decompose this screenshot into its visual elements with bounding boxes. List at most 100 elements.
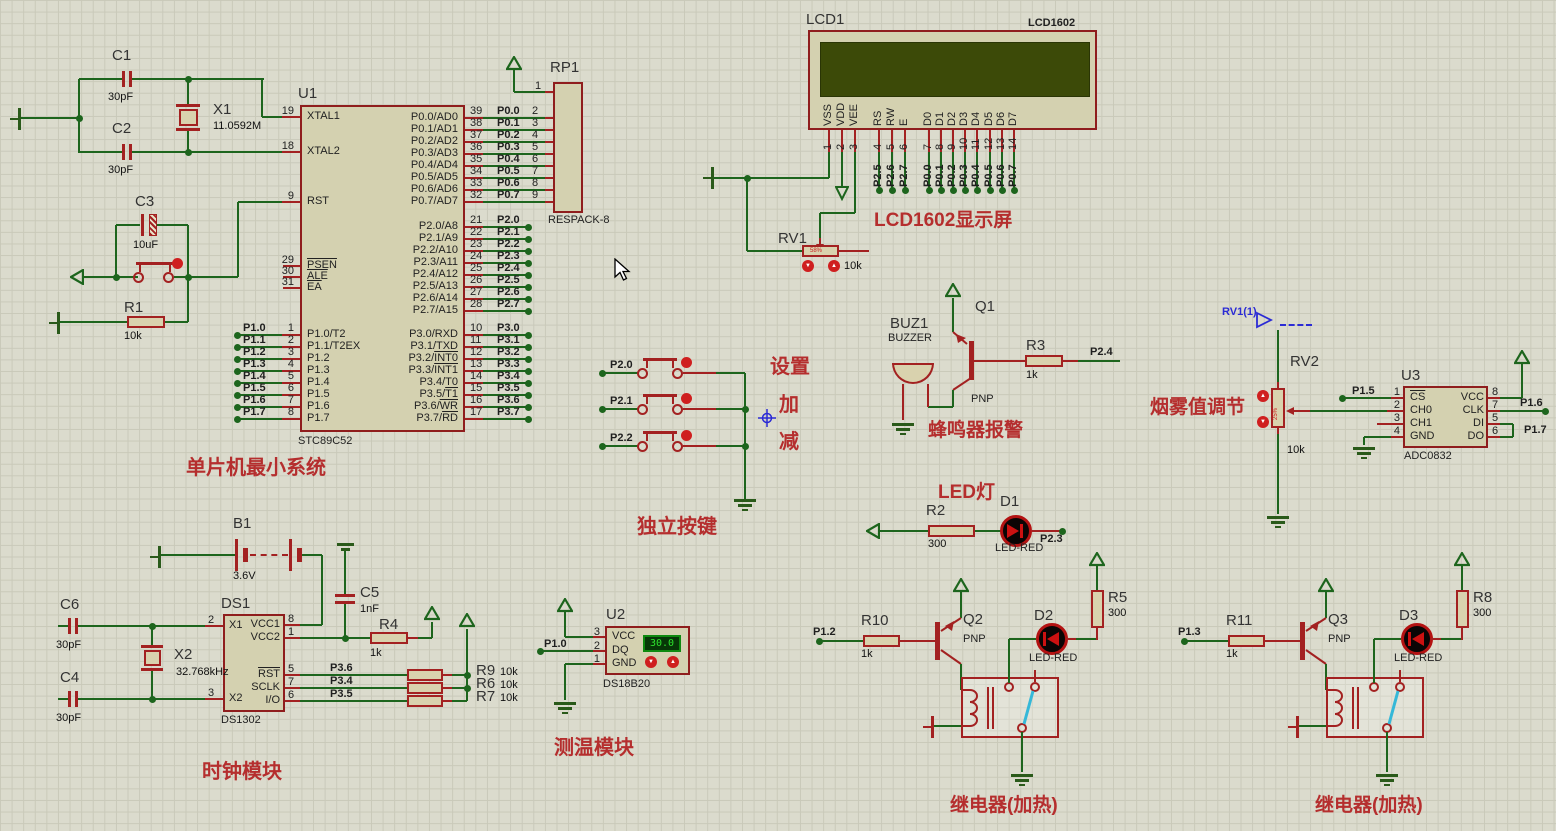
resistor-pullup[interactable] <box>407 669 443 681</box>
respack-ref: RP1 <box>550 59 580 76</box>
capacitor-value: 1nF <box>360 603 379 615</box>
pin-name: CH1 <box>1410 417 1433 429</box>
resistor-r3[interactable] <box>1025 355 1063 367</box>
wire <box>1374 638 1401 640</box>
wire <box>1066 638 1076 640</box>
pin-number: 23 <box>470 238 483 250</box>
key-actuator[interactable] <box>681 430 692 441</box>
pot-increase-button[interactable]: ▲ <box>1257 390 1269 402</box>
net-label: P0.4 <box>970 164 982 187</box>
relay-base-resistor[interactable] <box>863 635 900 647</box>
pin-name: P2.4/A12 <box>412 268 458 280</box>
pin-name: P0.6/AD6 <box>410 183 458 195</box>
resistor-r4[interactable] <box>370 632 408 644</box>
battery-value: 3.6V <box>233 570 256 582</box>
power-arrow-icon <box>1318 578 1334 593</box>
pin-name: P1.0/T2 <box>307 328 346 340</box>
wire <box>1512 424 1514 437</box>
key-actuator[interactable] <box>681 393 692 404</box>
net-label: P0.0 <box>922 164 934 187</box>
battery-plate <box>235 539 238 571</box>
respack-pin-number: 7 <box>532 165 539 177</box>
net-label: P2.0 <box>610 359 633 371</box>
chip-ref: U2 <box>606 606 626 623</box>
respack-pin-number: 6 <box>532 153 539 165</box>
wire <box>746 178 748 251</box>
wire <box>716 445 745 447</box>
net-label: P3.5 <box>330 688 353 700</box>
rp1-respack-body[interactable] <box>553 82 583 213</box>
lcd-pin-name: VSS <box>822 103 834 126</box>
capacitor-plate <box>335 594 355 597</box>
lcd-pin-number: 2 <box>835 143 847 150</box>
key-terminal <box>637 441 648 452</box>
power-arrow-icon <box>424 606 440 621</box>
crystal-body[interactable] <box>144 650 161 666</box>
pin-number: 8 <box>287 406 294 418</box>
power-arrow-icon <box>557 598 573 613</box>
net-label: P1.0 <box>544 638 567 650</box>
wire <box>165 321 188 323</box>
section-title-buzzer: 蜂鸣器报警 <box>928 420 1024 441</box>
wire <box>513 70 515 92</box>
junction-dot <box>464 672 471 679</box>
relay-vcc-resistor[interactable] <box>1456 590 1469 628</box>
key-actuator[interactable] <box>681 357 692 368</box>
terminal-icon <box>923 726 931 728</box>
pin-name: P3.7/RD <box>383 412 458 425</box>
wire <box>300 624 322 626</box>
lcd-pin-name: D2 <box>946 111 958 126</box>
schematic-canvas[interactable]: C1 30pF C2 30pF X1 11.0592M C3 10uF R1 10k U1 STC89… <box>0 0 1556 831</box>
pin-name-text: P3.7/ <box>416 412 443 424</box>
led-part: LED-RED <box>1029 652 1078 664</box>
net-label: P2.4 <box>1090 346 1113 358</box>
pnp-emitter-arrow-icon <box>945 621 954 631</box>
temp-decrease-button[interactable]: ▼ <box>645 656 657 668</box>
wire <box>1363 437 1365 445</box>
resistor-r1[interactable] <box>127 316 165 328</box>
resistor-r2[interactable] <box>928 525 975 537</box>
net-label: P0.2 <box>946 164 958 187</box>
capacitor-value: 30pF <box>56 639 82 651</box>
section-title-mcu: 单片机最小系统 <box>186 457 326 479</box>
pin-stub <box>545 153 553 155</box>
button-actuator[interactable] <box>172 258 183 269</box>
probe-dash-icon <box>1280 324 1312 326</box>
net-label: P0.3 <box>497 141 520 153</box>
pot-decrease-button[interactable]: ▼ <box>1257 416 1269 428</box>
temp-increase-button[interactable]: ▲ <box>667 656 679 668</box>
respack-pin-number: 9 <box>532 189 539 201</box>
buzzer-symbol[interactable] <box>892 363 934 384</box>
pot-decrease-button[interactable]: ▼ <box>802 260 814 272</box>
net-label: P3.6 <box>497 394 520 406</box>
relay-base-resistor[interactable] <box>1228 635 1265 647</box>
relay-vcc-resistor[interactable] <box>1091 590 1104 628</box>
junction-dot <box>525 248 532 255</box>
net-label: P2.1 <box>610 395 633 407</box>
pot-increase-button[interactable]: ▲ <box>828 260 840 272</box>
resistor-pullup[interactable] <box>407 695 443 707</box>
wire <box>1096 566 1098 590</box>
pin-number: 1 <box>593 653 600 665</box>
crystal-body[interactable] <box>179 109 198 126</box>
wire <box>443 687 452 689</box>
resistor-pullup[interactable] <box>407 682 443 694</box>
lcd-pin-number: 14 <box>1007 137 1019 150</box>
junction-dot <box>525 392 532 399</box>
power-arrow-icon <box>1454 552 1470 567</box>
net-label: P2.7 <box>898 164 910 187</box>
capacitor-value: 30pF <box>108 164 134 176</box>
pin-name: VCC <box>1460 391 1484 403</box>
pot-percentage: 58% <box>810 248 823 254</box>
pin-name: CS <box>1410 391 1426 403</box>
pin-name: EA <box>307 281 322 293</box>
key-label-inc: 加 <box>779 394 799 416</box>
capacitor-plate <box>122 71 125 87</box>
lcd-pin-name: D5 <box>983 111 995 126</box>
capacitor-plate <box>141 214 144 236</box>
net-label: P2.7 <box>497 298 520 310</box>
wire <box>1364 436 1391 438</box>
terminal-icon <box>150 556 158 558</box>
transistor-ref: Q1 <box>975 298 996 315</box>
wire <box>1063 360 1078 362</box>
